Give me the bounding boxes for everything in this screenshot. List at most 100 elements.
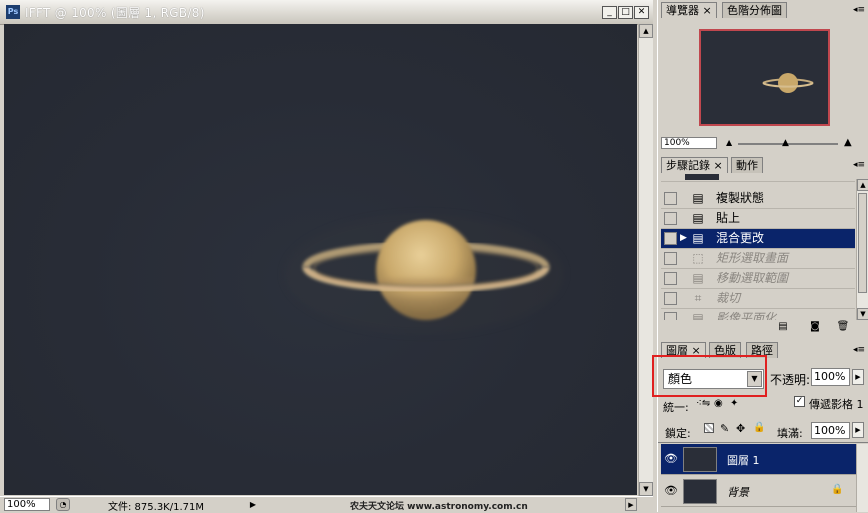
status-menu-icon[interactable]: ◔ — [56, 498, 70, 511]
unify-position-icon[interactable]: ⁖⇋ — [696, 398, 710, 409]
lock-icon: 🔒 — [831, 484, 844, 495]
panel-menu-icon[interactable]: ◂≡ — [853, 345, 865, 355]
scroll-down-icon[interactable]: ▼ — [639, 482, 653, 496]
crop-icon: ⌗ — [694, 291, 702, 305]
trash-icon[interactable]: 🗑 — [836, 321, 850, 333]
watermark: 农夫天文论坛 www.astronomy.com.cn — [350, 502, 528, 512]
opacity-field[interactable]: 100% — [811, 368, 850, 386]
navigator-zoom-field[interactable]: 100% — [661, 137, 717, 149]
restore-button[interactable]: □ — [618, 6, 633, 19]
history-source-checkbox[interactable] — [664, 192, 677, 205]
fill-label: 填滿: — [777, 427, 803, 440]
layers-scrollbar[interactable] — [856, 444, 868, 512]
unify-label: 統一: — [663, 401, 689, 414]
lock-paint-icon[interactable]: ✎ — [720, 422, 729, 435]
navigator-panel: 導覽器 × 色階分佈圖 ◂≡ 100% ▲ ▲ ▲ — [657, 0, 868, 155]
history-source-checkbox[interactable] — [664, 252, 677, 265]
navigator-tabs: 導覽器 × 色階分佈圖 ◂≡ — [658, 0, 868, 18]
saturn-image — [284, 214, 564, 334]
opacity-label: 不透明: — [770, 373, 811, 387]
history-bottom-bar: ▤ ◙ 🗑 — [658, 321, 868, 335]
unify-visibility-icon[interactable]: ◉ — [714, 398, 723, 409]
zoom-out-icon[interactable]: ▲ — [726, 138, 732, 147]
close-button[interactable]: ✕ — [634, 6, 649, 19]
layer-thumbnail — [683, 447, 717, 472]
history-source-checkbox[interactable] — [664, 312, 677, 320]
history-item-label: 裁切 — [716, 291, 741, 305]
photoshop-icon: Ps — [6, 5, 20, 19]
vertical-scrollbar[interactable]: ▲ ▼ — [638, 24, 653, 496]
unify-style-icon[interactable]: ✦ — [730, 398, 738, 409]
slider-handle-icon[interactable]: ▲ — [782, 138, 789, 148]
history-tabs: 步驟記錄 × 動作 ◂≡ — [658, 155, 868, 173]
layer-name: 圖層 1 — [727, 454, 760, 467]
history-item-label: 混合更改 — [716, 231, 765, 245]
opacity-slider-arrow-icon[interactable]: ▶ — [852, 369, 864, 385]
minimize-button[interactable]: _ — [602, 6, 617, 19]
history-item-label: 複製狀態 — [716, 191, 765, 205]
fill-slider-arrow-icon[interactable]: ▶ — [852, 422, 864, 438]
page-icon: ▤ — [692, 271, 704, 285]
lock-all-icon[interactable]: 🔒 — [753, 422, 765, 433]
history-item[interactable]: ▤ 移動選取範圍 — [661, 269, 855, 289]
history-item-selected[interactable]: ▶ ▤ 混合更改 — [661, 229, 855, 249]
tab-history[interactable]: 步驟記錄 × — [661, 157, 728, 173]
history-item[interactable]: ⬚ 矩形選取畫面 — [661, 249, 855, 269]
history-item[interactable]: ▤ 複製狀態 — [661, 189, 855, 209]
navigator-thumbnail[interactable] — [699, 29, 830, 126]
file-info: 文件: 875.3K/1.71M — [108, 502, 204, 513]
layer-name: 背景 — [727, 486, 749, 499]
history-scrollbar[interactable]: ▲ ▼ — [856, 179, 868, 320]
history-source-checkbox[interactable] — [664, 212, 677, 225]
history-state-slider-icon[interactable]: ▶ — [680, 233, 687, 243]
scroll-right-icon[interactable]: ▶ — [625, 498, 637, 511]
history-item[interactable]: ▤ 影像平面化 — [661, 309, 855, 320]
zoom-in-icon[interactable]: ▲ — [844, 137, 852, 148]
document-title-bar[interactable]: Ps IFFT @ 100% (圖層 1, RGB/8) _ □ ✕ — [0, 0, 653, 25]
propagate-frame-checkbox[interactable]: ✓ — [794, 396, 805, 407]
scroll-up-icon[interactable]: ▲ — [857, 179, 868, 191]
history-item-label: 影像平面化 — [716, 311, 777, 320]
history-item[interactable]: ⌗ 裁切 — [661, 289, 855, 309]
lock-label: 鎖定: — [665, 427, 691, 440]
history-snapshot-strip — [661, 174, 855, 182]
history-item-label: 矩形選取畫面 — [716, 251, 789, 265]
history-source-checkbox[interactable] — [664, 292, 677, 305]
document-title: IFFT @ 100% (圖層 1, RGB/8) — [25, 6, 205, 20]
lock-move-icon[interactable]: ✥ — [736, 422, 745, 435]
page-icon: ▤ — [692, 311, 704, 320]
history-item[interactable]: ▤ 貼上 — [661, 209, 855, 229]
status-bar: 100% ◔ 文件: 875.3K/1.71M ▶ 农夫天文论坛 www.ast… — [0, 496, 653, 513]
new-document-icon[interactable]: ▤ — [776, 321, 790, 333]
history-source-checkbox[interactable] — [664, 272, 677, 285]
tab-histogram[interactable]: 色階分佈圖 — [722, 2, 787, 18]
page-icon: ▤ — [692, 231, 704, 245]
highlight-box — [652, 355, 767, 397]
scroll-down-icon[interactable]: ▼ — [857, 308, 868, 320]
layer-thumbnail — [683, 479, 717, 504]
divider — [658, 442, 868, 443]
scroll-up-icon[interactable]: ▲ — [639, 24, 653, 38]
eye-icon[interactable]: 👁 — [663, 484, 679, 498]
lock-transparency-icon[interactable] — [704, 423, 714, 433]
history-panel: 步驟記錄 × 動作 ◂≡ ▤ 複製狀態 ▤ 貼上 ▶ ▤ 混合更改 ⬚ 矩形選取… — [657, 155, 868, 340]
image-canvas[interactable] — [4, 24, 637, 495]
page-icon: ▤ — [692, 191, 704, 205]
tab-navigator[interactable]: 導覽器 × — [661, 2, 717, 18]
eye-icon[interactable]: 👁 — [663, 452, 679, 466]
propagate-frame-label: 傳遞影格 1 — [809, 398, 864, 411]
history-item-label: 貼上 — [716, 211, 741, 225]
history-source-checkbox[interactable] — [664, 232, 677, 245]
zoom-field[interactable]: 100% — [4, 498, 50, 511]
status-arrow-icon[interactable]: ▶ — [247, 498, 259, 511]
fill-field[interactable]: 100% — [811, 422, 850, 439]
panel-menu-icon[interactable]: ◂≡ — [853, 160, 865, 170]
scroll-thumb[interactable] — [858, 193, 867, 293]
snapshot-icon[interactable]: ◙ — [808, 321, 822, 333]
layer-row-selected[interactable]: 👁 圖層 1 — [661, 444, 856, 475]
marquee-icon: ⬚ — [692, 251, 704, 265]
history-item-label: 移動選取範圍 — [716, 271, 789, 285]
tab-actions[interactable]: 動作 — [731, 157, 763, 173]
layer-row[interactable]: 👁 背景 🔒 — [661, 476, 856, 507]
panel-menu-icon[interactable]: ◂≡ — [853, 5, 865, 15]
